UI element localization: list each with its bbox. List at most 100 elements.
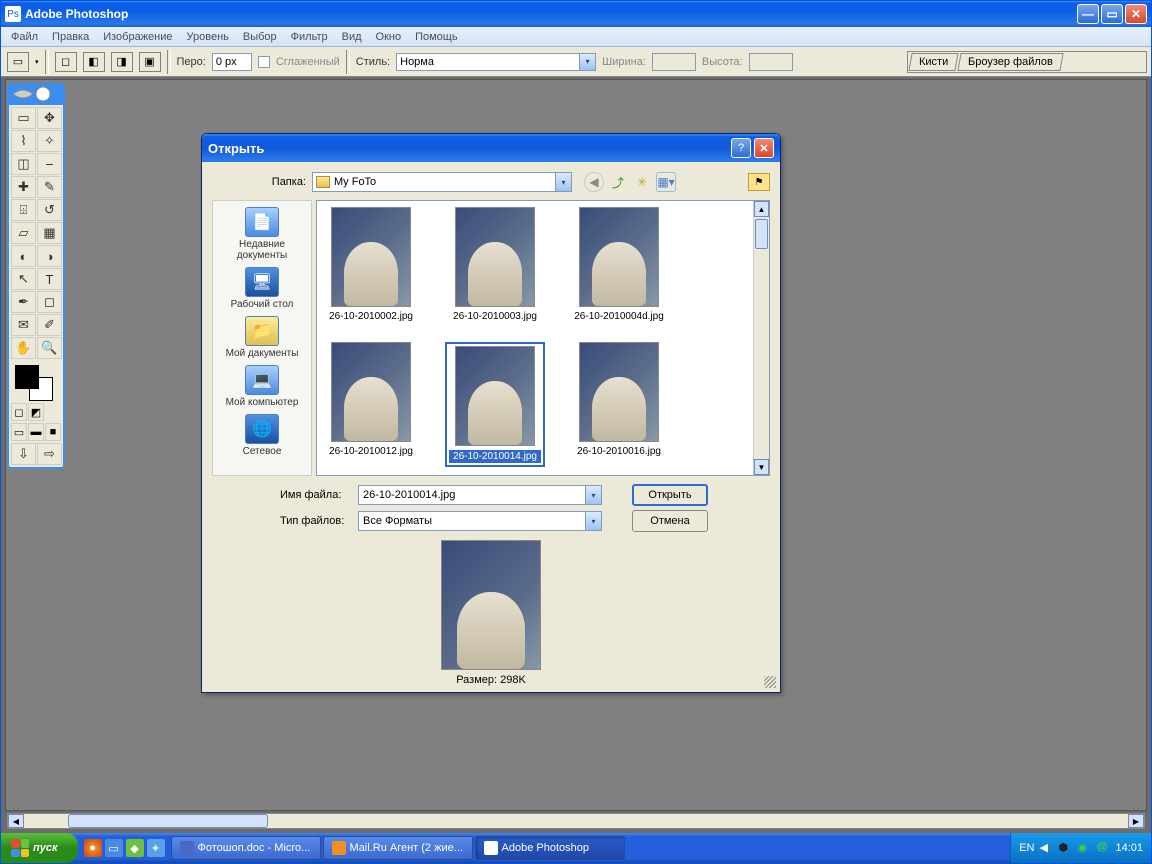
heal-tool[interactable]: ✚ — [11, 176, 36, 198]
menu-edit[interactable]: Правка — [46, 29, 95, 45]
place-mycomputer[interactable]: 💻 Мой компьютер — [215, 365, 309, 408]
menu-window[interactable]: Окно — [370, 29, 408, 45]
move-tool[interactable]: ✥ — [37, 107, 62, 129]
cancel-button[interactable]: Отмена — [632, 510, 708, 532]
menu-view[interactable]: Вид — [336, 29, 368, 45]
notes-tool[interactable]: ✉ — [11, 314, 36, 336]
file-item[interactable]: 26-10-2010003.jpg — [445, 207, 545, 322]
maximize-button[interactable]: ▭ — [1101, 4, 1123, 24]
dialog-close-button[interactable]: ✕ — [754, 138, 774, 158]
app-icon[interactable]: ✦ — [147, 839, 165, 857]
eraser-tool[interactable]: ▱ — [11, 222, 36, 244]
antialias-checkbox[interactable] — [258, 56, 270, 68]
screen-full-icon[interactable]: ■ — [45, 423, 61, 441]
menu-file[interactable]: Файл — [5, 29, 44, 45]
close-button[interactable]: ✕ — [1125, 4, 1147, 24]
menu-filter[interactable]: Фильтр — [285, 29, 334, 45]
file-browser-tab[interactable]: Броузер файлов — [958, 53, 1064, 71]
selection-subtract-icon[interactable]: ◨ — [111, 52, 133, 72]
scroll-up-icon[interactable]: ▲ — [754, 201, 769, 217]
place-mydocs[interactable]: 📁 Мой дакументы — [215, 316, 309, 359]
marquee-tool-indicator[interactable]: ▭ — [7, 52, 29, 72]
style-select[interactable]: Норма ▾ — [396, 53, 596, 71]
place-desktop[interactable]: 🖥 Рабочий стол — [215, 267, 309, 310]
jump-to-icon[interactable]: ⇨ — [37, 443, 62, 465]
pen-tool[interactable]: ✒ — [11, 291, 36, 313]
language-indicator[interactable]: EN — [1019, 842, 1034, 854]
blur-tool[interactable]: ◐ — [11, 245, 36, 267]
tray-icon[interactable]: ⬢ — [1058, 841, 1072, 855]
back-icon[interactable]: ◀ — [584, 172, 604, 192]
quickmask-mode-icon[interactable]: ◩ — [28, 403, 44, 421]
eyedropper-tool[interactable]: ✐ — [37, 314, 62, 336]
menu-layer[interactable]: Уровень — [181, 29, 235, 45]
clock[interactable]: 14:01 — [1115, 842, 1143, 854]
flag-icon[interactable]: ⚑ — [748, 173, 770, 191]
menu-select[interactable]: Выбор — [237, 29, 283, 45]
dodge-tool[interactable]: ◑ — [37, 245, 62, 267]
open-button[interactable]: Открыть — [632, 484, 708, 506]
firefox-icon[interactable]: ● — [84, 839, 102, 857]
filename-input[interactable]: 26-10-2010014.jpg ▾ — [358, 485, 602, 505]
zoom-tool[interactable]: 🔍 — [37, 337, 62, 359]
task-mailru[interactable]: Mail.Ru Агент (2 жие... — [323, 836, 473, 860]
scroll-right-icon[interactable]: ▶ — [1128, 814, 1144, 828]
scroll-left-icon[interactable]: ◀ — [8, 814, 24, 828]
selection-add-icon[interactable]: ◧ — [83, 52, 105, 72]
task-photoshop[interactable]: Adobe Photoshop — [475, 836, 625, 860]
start-button[interactable]: пуск — [1, 833, 78, 863]
color-swatches[interactable] — [11, 361, 61, 401]
place-recent[interactable]: 📄 Недавние документы — [215, 207, 309, 261]
file-item[interactable]: 26-10-2010002.jpg — [321, 207, 421, 322]
crop-tool[interactable]: ◫ — [11, 153, 36, 175]
file-scrollbar[interactable]: ▲ ▼ — [753, 201, 769, 475]
feather-input[interactable] — [212, 53, 252, 71]
wand-tool[interactable]: ✧ — [37, 130, 62, 152]
file-item[interactable]: 26-10-2010004d.jpg — [569, 207, 669, 322]
file-list[interactable]: 26-10-2010002.jpg 26-10-2010003.jpg 26-1… — [316, 200, 770, 476]
jump-to-imageready-icon[interactable]: ⇩ — [11, 443, 36, 465]
resize-grip-icon[interactable] — [764, 676, 776, 688]
slice-tool[interactable]: ⎯ — [37, 153, 62, 175]
brush-tool[interactable]: ✎ — [37, 176, 62, 198]
tray-icon[interactable]: ◀ — [1039, 841, 1053, 855]
dialog-help-button[interactable]: ? — [731, 138, 751, 158]
new-folder-icon[interactable]: ✳ — [632, 172, 652, 192]
scroll-down-icon[interactable]: ▼ — [754, 459, 769, 475]
menu-image[interactable]: Изображение — [97, 29, 178, 45]
history-brush-tool[interactable]: ↺ — [37, 199, 62, 221]
show-desktop-icon[interactable]: ▭ — [105, 839, 123, 857]
filetype-select[interactable]: Все Форматы ▾ — [358, 511, 602, 531]
up-icon[interactable]: ⤴ — [608, 172, 628, 192]
brushes-tab[interactable]: Кисти — [908, 53, 958, 71]
lasso-tool[interactable]: ⌇ — [11, 130, 36, 152]
foreground-color-swatch[interactable] — [15, 365, 39, 389]
app-icon[interactable]: ◆ — [126, 839, 144, 857]
stamp-tool[interactable]: ⌹ — [11, 199, 36, 221]
type-tool[interactable]: T — [37, 268, 62, 290]
task-word[interactable]: Фотошоп.doc - Micro... — [171, 836, 321, 860]
view-menu-icon[interactable]: ▦▾ — [656, 172, 676, 192]
file-item-selected[interactable]: 26-10-2010014.jpg — [445, 342, 545, 467]
scroll-thumb[interactable] — [755, 219, 768, 249]
screen-std-icon[interactable]: ▭ — [11, 423, 27, 441]
path-tool[interactable]: ↖ — [11, 268, 36, 290]
marquee-tool[interactable]: ▭ — [11, 107, 36, 129]
file-item[interactable]: 26-10-2010012.jpg — [321, 342, 421, 467]
selection-new-icon[interactable]: ◻ — [55, 52, 77, 72]
selection-intersect-icon[interactable]: ▣ — [139, 52, 161, 72]
place-network[interactable]: 🌐 Сетевое — [215, 414, 309, 457]
workspace-scrollbar[interactable]: ◀ ▶ — [7, 813, 1145, 829]
folder-combo[interactable]: My FoTo ▾ — [312, 172, 572, 192]
standard-mode-icon[interactable]: ◻ — [11, 403, 27, 421]
shape-tool[interactable]: ◻ — [37, 291, 62, 313]
hand-tool[interactable]: ✋ — [11, 337, 36, 359]
tray-icon[interactable]: ◉ — [1077, 841, 1091, 855]
gradient-tool[interactable]: ▦ — [37, 222, 62, 244]
screen-full-menu-icon[interactable]: ▬ — [28, 423, 44, 441]
scroll-thumb[interactable] — [68, 814, 268, 828]
minimize-button[interactable]: — — [1077, 4, 1099, 24]
tray-icon[interactable]: @ — [1096, 841, 1110, 855]
file-item[interactable]: 26-10-2010016.jpg — [569, 342, 669, 467]
menu-help[interactable]: Помощь — [409, 29, 464, 45]
